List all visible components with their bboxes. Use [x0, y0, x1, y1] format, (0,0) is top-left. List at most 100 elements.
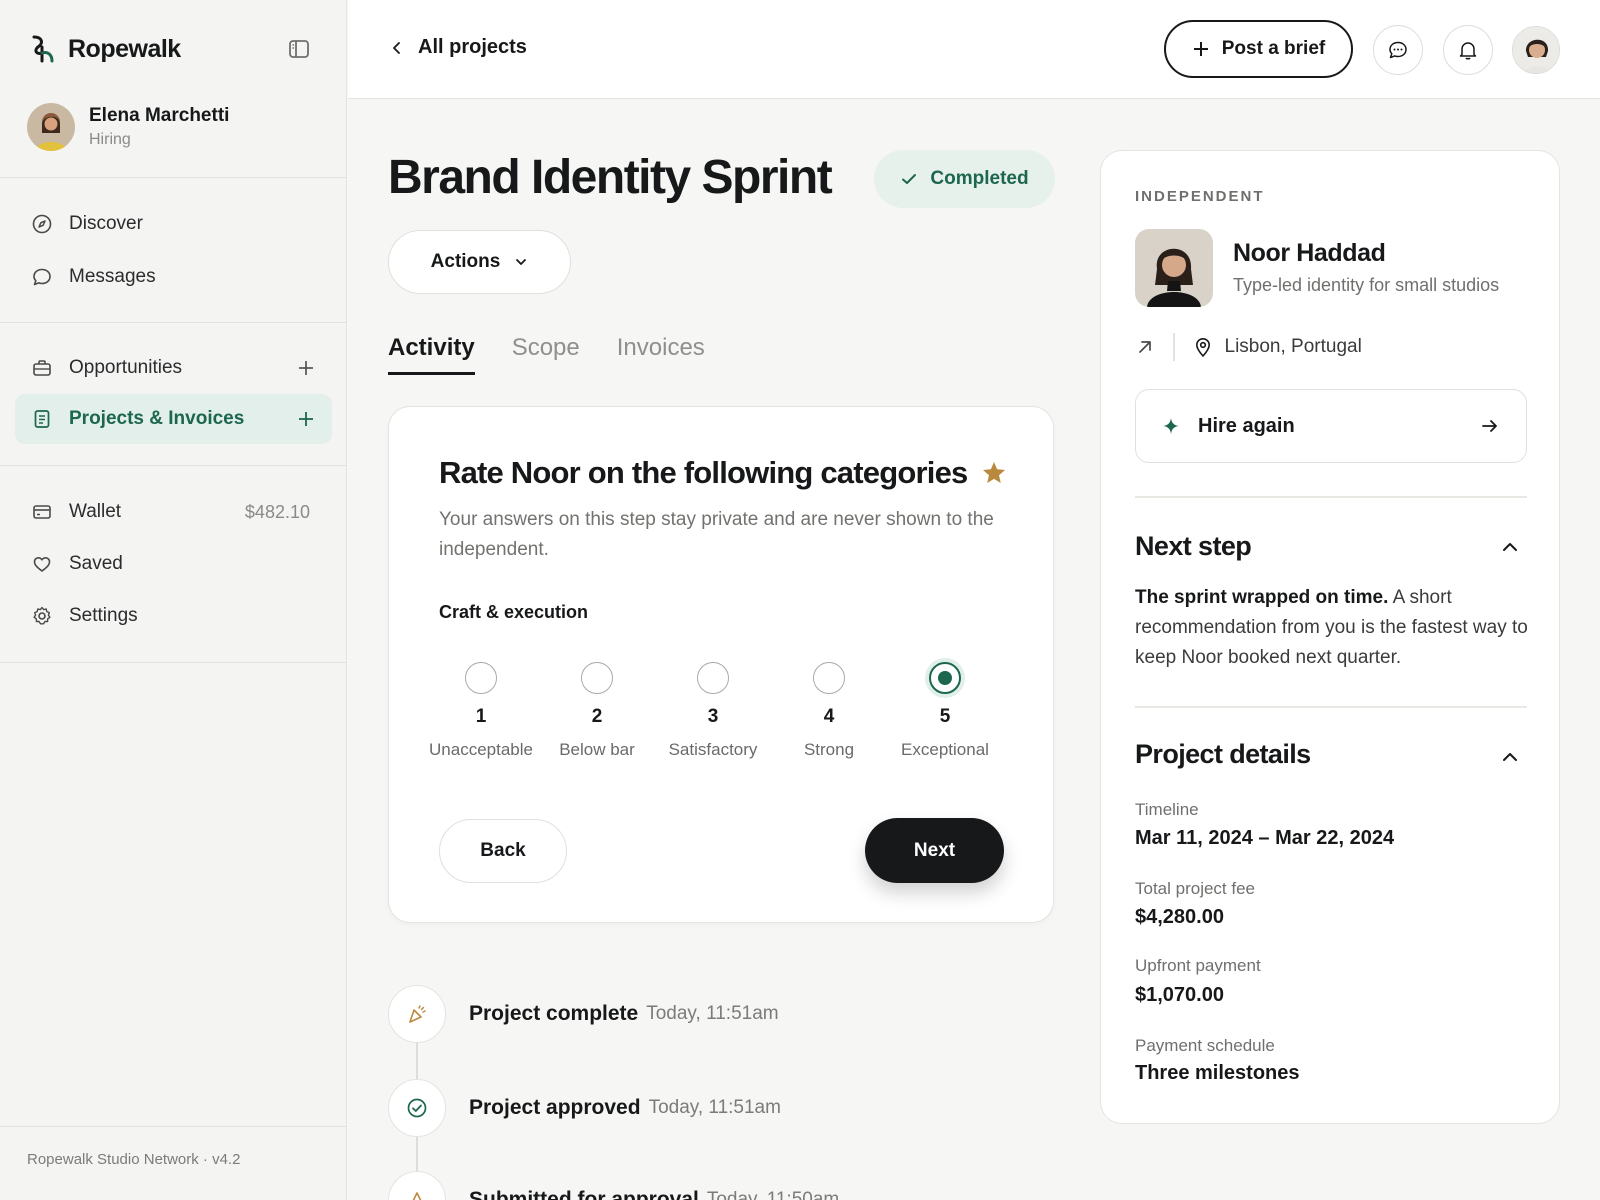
sidebar-item-wallet[interactable]: Wallet $482.10: [15, 487, 332, 537]
sidebar-item-label: Projects & Invoices: [69, 408, 245, 429]
timeline-time: Today, 11:51am: [648, 1097, 781, 1118]
user-profile[interactable]: Elena Marchetti Hiring: [27, 103, 229, 151]
sidebar-item-projects-invoices[interactable]: Projects & Invoices: [15, 394, 332, 444]
sidebar: Ropewalk Elena Marchetti Hiring Discover…: [0, 0, 347, 1200]
app-version: Ropewalk Studio Network · v4.2: [27, 1151, 241, 1168]
divider: [1173, 333, 1175, 361]
tab-scope[interactable]: Scope: [512, 334, 580, 375]
compass-icon: [32, 214, 52, 234]
sidebar-item-label: Messages: [69, 266, 156, 287]
detail-value-schedule: Three milestones: [1135, 1062, 1300, 1084]
radio-button[interactable]: [813, 662, 845, 694]
star-icon: [983, 462, 1006, 483]
rating-value: 4: [823, 706, 835, 727]
timeline-item: Project approved Today, 11:51am: [388, 1079, 781, 1137]
sidebar-item-label: Opportunities: [69, 357, 183, 378]
independent-panel: INDEPENDENT Noor Haddad Type-led identit…: [1100, 150, 1560, 1124]
location-pin-icon: [1195, 338, 1210, 357]
sidebar-item-label: Settings: [69, 605, 138, 626]
next-step-title: Next step: [1135, 531, 1252, 561]
detail-label-total-fee: Total project fee: [1135, 879, 1256, 898]
rating-label: Strong: [803, 740, 855, 759]
user-role: Hiring: [89, 131, 131, 148]
chevron-left-icon: [393, 41, 400, 54]
chevron-up-icon[interactable]: [1499, 746, 1521, 768]
rating-option-5[interactable]: 5 Exceptional: [885, 662, 1005, 760]
account-avatar[interactable]: [1512, 26, 1560, 74]
notifications-button[interactable]: [1443, 25, 1493, 75]
rating-category: Craft & execution: [439, 602, 589, 622]
next-step-lead: The sprint wrapped on time.: [1135, 587, 1389, 608]
messages-button[interactable]: [1373, 25, 1423, 75]
add-opportunity-icon[interactable]: [296, 358, 316, 378]
radio-button[interactable]: [697, 662, 729, 694]
panel-kicker: INDEPENDENT: [1135, 188, 1265, 205]
chat-icon: [1389, 41, 1407, 59]
freelancer-location: Lisbon, Portugal: [1224, 336, 1362, 357]
actions-dropdown[interactable]: Actions: [388, 230, 571, 294]
post-brief-button[interactable]: Post a brief: [1164, 20, 1353, 78]
radio-button[interactable]: [581, 662, 613, 694]
tab-activity[interactable]: Activity: [388, 334, 475, 375]
divider: [1135, 496, 1527, 498]
chevron-down-icon: [516, 259, 527, 265]
freelancer-avatar[interactable]: [1135, 229, 1213, 307]
avatar: [27, 103, 75, 151]
radio-button-selected[interactable]: [929, 662, 961, 694]
add-project-icon[interactable]: [296, 409, 316, 429]
divider: [0, 322, 347, 323]
timeline-time: Today, 11:50am: [706, 1189, 840, 1200]
sidebar-item-settings[interactable]: Settings: [15, 591, 332, 641]
chevron-up-icon[interactable]: [1499, 536, 1521, 558]
timeline-item: Submitted for approval Today, 11:50am: [388, 1171, 839, 1200]
sidebar-item-opportunities[interactable]: Opportunities: [15, 343, 332, 393]
sidebar-item-saved[interactable]: Saved: [15, 539, 332, 589]
rating-option-1[interactable]: 1 Unacceptable: [421, 662, 541, 760]
rating-scale: 1 Unacceptable 2 Below bar 3 Satisfactor…: [421, 662, 1011, 772]
divider: [0, 1126, 347, 1127]
arrow-right-icon: [1482, 420, 1497, 432]
back-to-projects-link[interactable]: All projects: [390, 36, 527, 59]
tab-invoices[interactable]: Invoices: [617, 334, 705, 375]
status-label: Completed: [930, 168, 1029, 189]
wallet-balance: $482.10: [244, 501, 310, 522]
divider: [1135, 706, 1527, 708]
timeline-title: Submitted for approval: [469, 1188, 699, 1200]
rating-option-2[interactable]: 2 Below bar: [537, 662, 657, 760]
rating-value: 5: [939, 706, 951, 727]
hire-again-button[interactable]: Hire again: [1135, 389, 1527, 463]
back-link-label: All projects: [418, 36, 527, 58]
brand[interactable]: Ropewalk: [28, 30, 181, 68]
detail-label-upfront: Upfront payment: [1135, 956, 1261, 975]
project-tabs: Activity Scope Invoices: [388, 334, 742, 375]
sidebar-item-label: Discover: [69, 213, 143, 234]
gear-icon: [33, 606, 51, 625]
heart-icon: [33, 557, 51, 572]
sidebar-item-messages[interactable]: Messages: [15, 252, 332, 302]
freelancer-name[interactable]: Noor Haddad: [1233, 239, 1386, 268]
timeline-time: Today, 11:51am: [646, 1003, 779, 1024]
rating-option-3[interactable]: 3 Satisfactory: [653, 662, 773, 760]
next-button[interactable]: Next: [865, 818, 1004, 883]
sidebar-item-discover[interactable]: Discover: [15, 199, 332, 249]
external-link-icon[interactable]: [1135, 337, 1155, 357]
party-popper-icon: [388, 985, 446, 1043]
rating-value: 3: [707, 706, 719, 727]
rating-option-4[interactable]: 4 Strong: [769, 662, 889, 760]
radio-button[interactable]: [465, 662, 497, 694]
back-button[interactable]: Back: [439, 819, 567, 883]
brand-name: Ropewalk: [68, 34, 181, 63]
rating-label: Unacceptable: [429, 740, 533, 759]
rating-title-text: Rate Noor on the following categories: [439, 455, 968, 490]
sidebar-item-label: Wallet: [69, 501, 122, 522]
sidebar-toggle-icon[interactable]: [286, 36, 312, 62]
freelancer-meta: Lisbon, Portugal: [1135, 333, 1362, 361]
chat-bubble-icon: [33, 268, 51, 286]
briefcase-icon: [33, 360, 51, 376]
page-title: Brand Identity Sprint: [388, 151, 833, 204]
send-icon: [388, 1171, 446, 1200]
timeline-title: Project complete: [469, 1002, 639, 1025]
detail-value-total-fee: $4,280.00: [1135, 906, 1224, 928]
freelancer-tagline: Type-led identity for small studios: [1233, 275, 1500, 295]
wallet-icon: [33, 505, 51, 519]
